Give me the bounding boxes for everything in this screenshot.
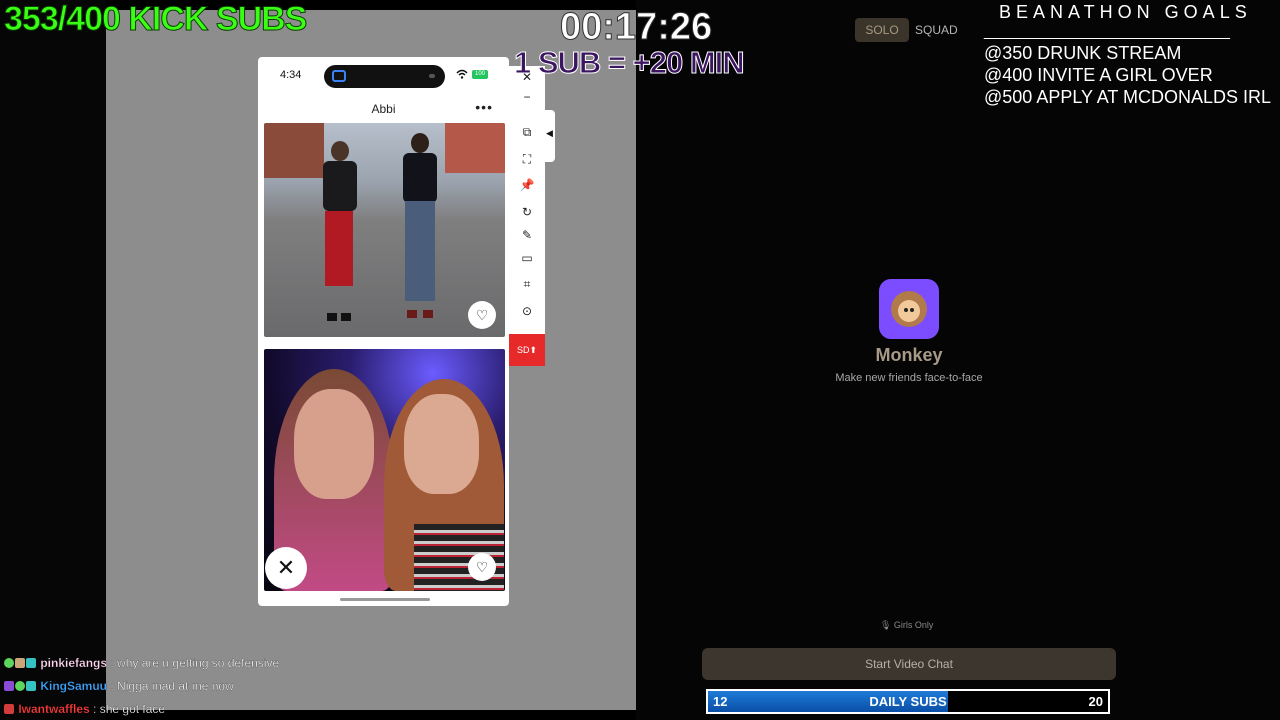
fullscreen-icon[interactable]: ⛶: [509, 152, 545, 167]
gift-badge-icon: [26, 681, 36, 691]
pass-button[interactable]: ✕: [265, 547, 307, 589]
draw-icon[interactable]: ✎: [509, 228, 545, 242]
sub-badge-icon: [4, 681, 14, 691]
chat-username[interactable]: pinkiefangs: [40, 656, 107, 670]
chat-username[interactable]: Iwantwaffles: [18, 702, 90, 716]
chat-text: : she got face: [93, 702, 166, 716]
wifi-icon: [456, 69, 468, 82]
chat-message: Iwantwaffles : she got face: [4, 702, 165, 716]
window-icon[interactable]: ▭: [509, 251, 545, 265]
chevron-left-icon: ◀: [546, 128, 553, 138]
sub-badge-icon: [4, 704, 14, 714]
app-name: Monkey: [875, 345, 943, 365]
daily-subs-label: DAILY SUBS: [869, 694, 947, 709]
record-icon[interactable]: ⊙: [509, 304, 545, 318]
kick-subs-counter: 353/400 KICK SUBS: [3, 0, 307, 39]
chat-text: : Nigga mad at me now: [110, 679, 234, 693]
quality-sd-button[interactable]: SD⬆: [509, 334, 545, 366]
start-video-chat-button[interactable]: Start Video Chat: [702, 648, 1116, 680]
verified-badge-icon: [4, 658, 14, 668]
chat-message: KingSamuu : Nigga mad at me now: [4, 679, 234, 693]
screenshot-icon[interactable]: ⧉: [509, 125, 545, 140]
chat-message: pinkiefangs : why are u getting so defen…: [4, 656, 279, 670]
profile-header: Abbi •••: [258, 97, 509, 121]
daily-subs-goal: 20: [1088, 694, 1103, 709]
crop-icon[interactable]: ⌗: [509, 277, 545, 292]
subathon-timer: 00:17:26: [559, 6, 713, 49]
dynamic-island: [324, 65, 445, 88]
goals-divider: _______________________________: [984, 23, 1230, 40]
goal-item: @350 DRUNK STREAM: [984, 43, 1182, 63]
like-photo-button[interactable]: ♡: [468, 301, 496, 329]
monkey-logo-icon: [879, 279, 939, 339]
profile-photo-1: ♡: [264, 123, 505, 337]
goals-title: BEANATHON GOALS: [999, 2, 1252, 22]
toolbar-collapse-tab[interactable]: ◀: [545, 110, 555, 162]
gift-badge-icon: [26, 658, 36, 668]
screen-share-icon: [332, 70, 346, 82]
more-options-icon[interactable]: •••: [475, 99, 493, 115]
home-indicator: [340, 598, 430, 601]
verified-badge-icon: [15, 681, 25, 691]
app-tagline: Make new friends face-to-face: [835, 372, 983, 384]
like-photo-button[interactable]: ♡: [468, 553, 496, 581]
chat-text: : why are u getting so defensive: [110, 656, 280, 670]
mic-indicator-icon: [429, 74, 435, 78]
goal-item: @500 APPLY AT MCDONALDS IRL: [984, 87, 1272, 107]
daily-subs-bar: 12 DAILY SUBS 20: [706, 689, 1110, 714]
chat-username[interactable]: KingSamuu: [40, 679, 107, 693]
rotate-icon[interactable]: ↻: [509, 205, 545, 219]
pin-icon[interactable]: 📌: [509, 178, 545, 192]
sub-rule-text: 1 SUB = +20 MIN: [514, 45, 746, 81]
left-background: [0, 0, 106, 720]
phone-time: 4:34: [280, 69, 302, 81]
profile-photo-2: ✕ ♡: [264, 349, 505, 591]
minimize-icon[interactable]: −: [509, 90, 545, 104]
tab-squad[interactable]: SQUAD: [915, 18, 965, 42]
girls-only-toggle[interactable]: 🎙 Girls Only: [880, 620, 933, 631]
tab-solo[interactable]: SOLO: [855, 18, 909, 42]
phone-screen: 4:34 100 Abbi ••• ♡ ✕ ♡: [258, 57, 509, 606]
mirror-toolbar: ✕ − ⧉ ⛶ 📌 ↻ ✎ ▭ ⌗ ⊙: [509, 66, 545, 336]
goal-item: @400 INVITE A GIRL OVER: [984, 65, 1213, 85]
sub-badge-icon: [15, 658, 25, 668]
profile-name: Abbi: [371, 102, 396, 116]
phone-status-bar: 4:34 100: [258, 57, 509, 93]
battery-indicator: 100: [472, 70, 488, 79]
